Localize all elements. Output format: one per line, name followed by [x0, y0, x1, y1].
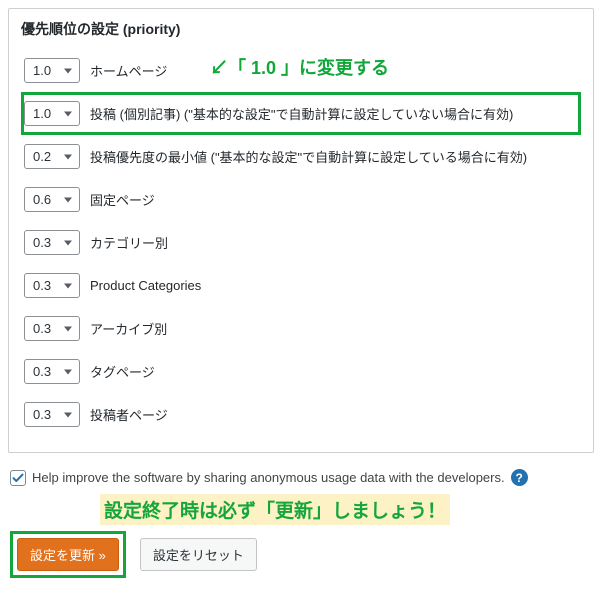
priority-select[interactable]: 0.3 [24, 316, 80, 341]
priority-row: 1.0 ホームページ ↙「 1.0 」に変更する [21, 49, 581, 92]
priority-row: 0.3 アーカイブ別 [21, 307, 581, 350]
priority-label: 投稿優先度の最小値 ("基本的な設定"で自動計算に設定している場合に有効) [90, 147, 527, 166]
priority-select[interactable]: 0.3 [24, 230, 80, 255]
telemetry-row: Help improve the software by sharing ano… [10, 469, 592, 486]
priority-label: 投稿者ページ [90, 405, 168, 424]
priority-select-wrap: 0.3 [24, 359, 80, 384]
priority-select[interactable]: 0.2 [24, 144, 80, 169]
priority-select-wrap: 0.2 [24, 144, 80, 169]
priority-label: ホームページ [90, 61, 167, 80]
priority-row: 0.2 投稿優先度の最小値 ("基本的な設定"で自動計算に設定している場合に有効… [21, 135, 581, 178]
priority-select[interactable]: 0.3 [24, 359, 80, 384]
priority-select[interactable]: 0.3 [24, 402, 80, 427]
priority-select-wrap: 1.0 [24, 101, 80, 126]
annotation-change-to-1: ↙「 1.0 」に変更する [210, 54, 389, 80]
priority-select[interactable]: 1.0 [24, 58, 80, 83]
priority-select[interactable]: 1.0 [24, 101, 80, 126]
reset-settings-button[interactable]: 設定をリセット [140, 538, 257, 571]
check-icon [12, 472, 24, 484]
button-row: 設定を更新 » 設定をリセット [10, 531, 592, 578]
priority-select[interactable]: 0.3 [24, 273, 80, 298]
priority-select-wrap: 0.6 [24, 187, 80, 212]
priority-select-wrap: 0.3 [24, 316, 80, 341]
priority-label: カテゴリー別 [90, 233, 168, 252]
update-settings-button[interactable]: 設定を更新 » [17, 538, 119, 571]
panel-title: 優先順位の設定 (priority) [9, 9, 593, 49]
telemetry-label: Help improve the software by sharing ano… [32, 470, 505, 485]
priority-row: 0.3 タグページ [21, 350, 581, 393]
below-panel: Help improve the software by sharing ano… [10, 469, 592, 486]
priority-select-wrap: 0.3 [24, 402, 80, 427]
priority-label: アーカイブ別 [90, 319, 167, 338]
priority-row: 0.3 カテゴリー別 [21, 221, 581, 264]
priority-row: 0.6 固定ページ [21, 178, 581, 221]
priority-rows: 1.0 ホームページ ↙「 1.0 」に変更する 1.0 投稿 (個別記事) (… [9, 49, 593, 436]
priority-select-wrap: 0.3 [24, 230, 80, 255]
priority-select[interactable]: 0.6 [24, 187, 80, 212]
priority-label: 固定ページ [90, 190, 155, 209]
help-icon[interactable]: ? [511, 469, 528, 486]
priority-row: 0.3 Product Categories [21, 264, 581, 307]
priority-row: 0.3 投稿者ページ [21, 393, 581, 436]
priority-label: タグページ [90, 362, 155, 381]
update-button-highlight: 設定を更新 » [10, 531, 126, 578]
priority-settings-panel: 優先順位の設定 (priority) 1.0 ホームページ ↙「 1.0 」に変… [8, 8, 594, 453]
priority-select-wrap: 0.3 [24, 273, 80, 298]
priority-label: Product Categories [90, 278, 201, 293]
priority-select-wrap: 1.0 [24, 58, 80, 83]
priority-label: 投稿 (個別記事) ("基本的な設定"で自動計算に設定していない場合に有効) [90, 104, 513, 123]
telemetry-checkbox[interactable] [10, 470, 26, 486]
annotation-update: 設定終了時は必ず「更新」しましょう！ [100, 494, 450, 525]
priority-row: 1.0 投稿 (個別記事) ("基本的な設定"で自動計算に設定していない場合に有… [21, 92, 581, 135]
annotation-update-wrap: 設定終了時は必ず「更新」しましょう！ [100, 494, 602, 525]
